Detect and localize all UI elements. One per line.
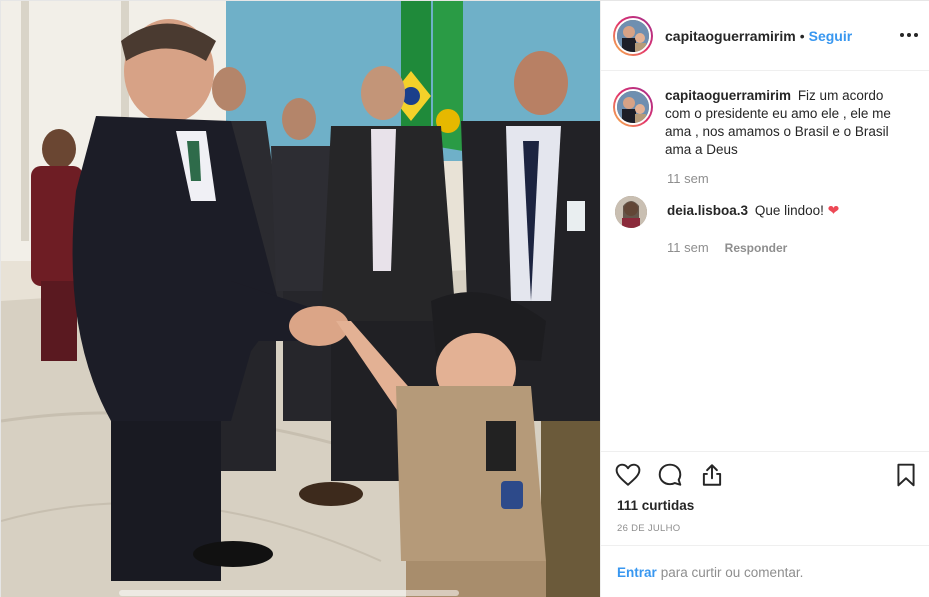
comment-timestamp[interactable]: 11 sem bbox=[667, 240, 709, 255]
avatar-image bbox=[615, 17, 651, 54]
comment-item: deia.lisboa.3 Que lindoo! ❤ bbox=[601, 196, 929, 228]
photo-scroll-indicator[interactable] bbox=[119, 590, 459, 596]
post-photo[interactable] bbox=[1, 1, 600, 597]
login-link[interactable]: Entrar bbox=[617, 565, 657, 580]
reply-button[interactable]: Responder bbox=[725, 241, 788, 255]
comment-meta: 11 sem Responder bbox=[667, 240, 929, 255]
commenter-avatar[interactable] bbox=[615, 196, 647, 228]
login-hint-text: para curtir ou comentar. bbox=[660, 564, 804, 580]
header-username[interactable]: capitaoguerramirim bbox=[665, 28, 796, 44]
comment-bubble-icon[interactable] bbox=[657, 462, 683, 488]
caption-text-block: capitaoguerramirim Fiz um acordo com o p… bbox=[665, 87, 905, 159]
heart-outline-icon[interactable] bbox=[615, 462, 641, 488]
header-separator: • bbox=[799, 27, 805, 44]
avatar-image bbox=[615, 89, 651, 125]
post-header: capitaoguerramirim • Seguir bbox=[601, 1, 929, 71]
instagram-post: capitaoguerramirim • Seguir capitaoguerr… bbox=[0, 0, 929, 597]
comment-text-block: deia.lisboa.3 Que lindoo! ❤ bbox=[667, 202, 839, 219]
profile-avatar[interactable] bbox=[613, 15, 653, 56]
bookmark-icon[interactable] bbox=[893, 462, 919, 488]
post-actions: 111 curtidas 26 DE JULHO bbox=[601, 451, 929, 545]
more-options-icon[interactable] bbox=[900, 26, 918, 44]
caption-avatar[interactable] bbox=[613, 87, 653, 127]
likes-count[interactable]: 111 curtidas bbox=[617, 498, 694, 513]
comment-text: Que lindoo! bbox=[754, 203, 824, 218]
post-side-panel: capitaoguerramirim • Seguir capitaoguerr… bbox=[600, 1, 929, 597]
caption-username[interactable]: capitaoguerramirim bbox=[665, 88, 791, 103]
comments-section: capitaoguerramirim Fiz um acordo com o p… bbox=[601, 87, 929, 255]
post-caption: capitaoguerramirim Fiz um acordo com o p… bbox=[601, 87, 929, 159]
comment-username[interactable]: deia.lisboa.3 bbox=[667, 203, 748, 218]
post-date[interactable]: 26 DE JULHO bbox=[617, 523, 681, 534]
action-icons-row bbox=[615, 462, 725, 488]
photo-illustration bbox=[1, 1, 600, 597]
red-heart-emoji: ❤ bbox=[827, 202, 840, 218]
share-icon[interactable] bbox=[699, 462, 725, 488]
caption-timestamp[interactable]: 11 sem bbox=[667, 171, 929, 186]
follow-button[interactable]: Seguir bbox=[809, 28, 853, 44]
login-to-comment-bar: Entrar para curtir ou comentar. bbox=[601, 545, 929, 597]
